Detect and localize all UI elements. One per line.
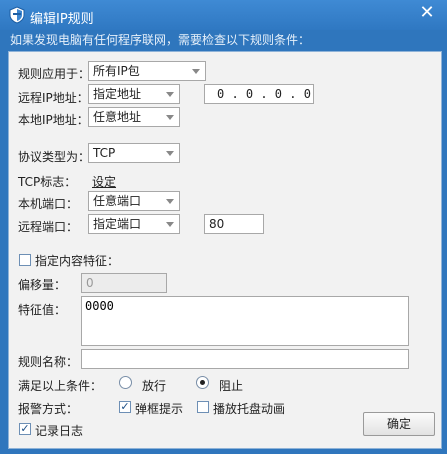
offset-label: 偏移量： [18,278,67,292]
dialog-subtitle: 如果发现电脑有任何程序联网，需要检查以下规则条件： [10,33,311,47]
remote-port-mode-select[interactable]: 指定端口 [88,214,180,234]
dialog-title: 编辑IP规则 [30,12,94,27]
local-ip-value: 任意地址 [93,110,142,124]
checkmark-icon: ✓ [120,400,130,413]
apply-to-label: 规则应用于： [18,67,91,81]
action-label: 满足以上条件： [18,379,103,393]
remote-ip-label: 远程IP地址： [18,91,89,105]
content-feature-label: 指定内容特征： [35,254,120,268]
popup-checkbox-label: 弹框提示 [135,402,184,416]
chevron-down-icon [192,69,200,74]
tray-animation-checkbox[interactable] [197,401,209,413]
local-ip-label: 本地IP地址： [18,113,89,127]
remote-ip-input[interactable]: 0 . 0 . 0 . 0 [204,84,314,104]
log-checkbox-label: 记录日志 [35,424,84,438]
shield-icon [9,6,25,24]
chevron-down-icon [166,151,174,156]
chevron-down-icon [166,199,174,204]
chevron-down-icon [166,222,174,227]
ok-button[interactable]: 确定 [363,412,435,436]
remote-ip-mode-select[interactable]: 指定地址 [88,84,180,104]
chevron-down-icon [166,92,174,97]
feature-value-label: 特征值： [18,303,67,317]
log-checkbox[interactable]: ✓ [19,423,31,435]
local-port-label: 本机端口： [18,197,79,211]
tray-animation-label: 播放托盘动画 [213,402,286,416]
alert-label: 报警方式： [18,402,79,416]
chevron-down-icon [166,115,174,120]
allow-radio[interactable] [119,376,132,389]
remote-ip-mode-value: 指定地址 [93,87,142,101]
close-button[interactable]: ✕ [417,3,437,23]
apply-to-value: 所有IP包 [93,64,140,78]
content-feature-checkbox[interactable] [19,254,31,266]
rule-name-input[interactable] [81,349,409,369]
local-ip-select[interactable]: 任意地址 [88,107,180,127]
popup-checkbox[interactable]: ✓ [119,401,131,413]
close-icon: ✕ [419,2,435,23]
remote-port-input[interactable]: 80 [204,214,264,234]
rule-name-label: 规则名称： [18,355,79,369]
local-port-select[interactable]: 任意端口 [88,191,180,211]
protocol-value: TCP [93,146,116,160]
title-bar[interactable]: 编辑IP规则 ✕ [0,0,447,30]
offset-input[interactable]: 0 [81,273,167,293]
remote-port-mode-value: 指定端口 [93,217,142,231]
block-radio-label: 阻止 [219,379,244,393]
remote-port-label: 远程端口： [18,220,79,234]
block-radio[interactable] [196,376,209,389]
tcp-flags-settings-link[interactable]: 设定 [92,173,116,190]
form-panel: 规则应用于： 所有IP包 远程IP地址： 指定地址 0 . 0 . 0 . 0 … [8,51,442,449]
protocol-select[interactable]: TCP [88,143,180,163]
checkmark-icon: ✓ [20,422,30,435]
local-port-value: 任意端口 [93,194,142,208]
allow-radio-label: 放行 [142,379,167,393]
protocol-label: 协议类型为： [18,150,91,164]
feature-value-textarea[interactable]: 0000 [81,296,409,346]
dialog-window: 编辑IP规则 ✕ 如果发现电脑有任何程序联网，需要检查以下规则条件： 规则应用于… [0,0,447,454]
tcp-flags-label: TCP标志： [18,175,77,189]
radio-selected-dot [200,380,205,385]
apply-to-select[interactable]: 所有IP包 [88,61,206,81]
